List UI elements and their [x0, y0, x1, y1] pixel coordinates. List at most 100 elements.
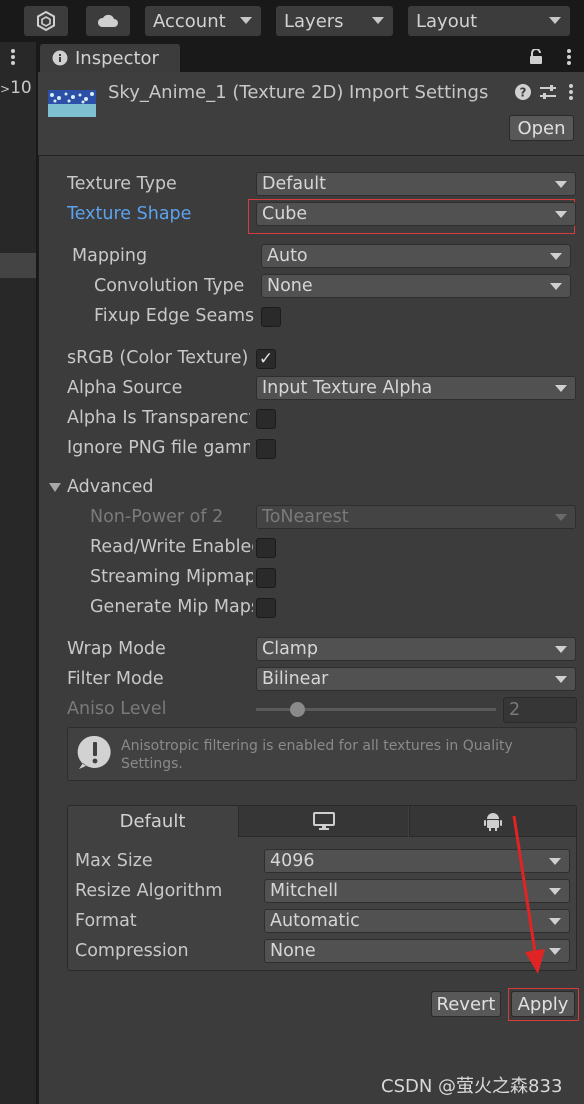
texture-thumbnail: [48, 90, 96, 117]
chevron-down-icon: [555, 676, 567, 683]
chevron-down-icon: [555, 211, 567, 218]
monitor-icon: [312, 812, 335, 830]
wrap-mode-value: Clamp: [262, 639, 318, 659]
checkmark-icon: ✓: [258, 349, 274, 369]
more-menu-icon[interactable]: [568, 84, 574, 100]
fixup-edge-seams-label: Fixup Edge Seams: [94, 306, 255, 326]
revert-label: Revert: [436, 993, 496, 1015]
non-power-of-2-dropdown: ToNearest: [256, 505, 576, 529]
top-toolbar: Account Layers Layout: [0, 0, 584, 42]
alpha-source-dropdown[interactable]: Input Texture Alpha: [256, 376, 576, 400]
revert-button[interactable]: Revert: [431, 991, 501, 1017]
preset-settings-icon[interactable]: [539, 84, 557, 100]
generate-mip-maps-label: Generate Mip Maps: [90, 597, 253, 617]
alpha-is-transparency-checkbox[interactable]: [256, 409, 276, 429]
asset-title: Sky_Anime_1 (Texture 2D) Import Settings: [108, 82, 489, 103]
more-menu-icon[interactable]: [566, 49, 572, 65]
advanced-foldout-label[interactable]: Advanced: [67, 477, 217, 497]
open-button-label: Open: [517, 117, 566, 139]
max-size-label: Max Size: [75, 851, 153, 871]
mapping-value: Auto: [267, 246, 308, 266]
tab-inspector[interactable]: Inspector: [40, 44, 180, 72]
resize-algorithm-label: Resize Algorithm: [75, 881, 223, 901]
layers-label: Layers: [284, 10, 344, 32]
warning-icon: [76, 734, 114, 772]
inspector-tab-label: Inspector: [75, 47, 159, 69]
alpha-source-label: Alpha Source: [67, 378, 183, 398]
wrap-mode-label: Wrap Mode: [67, 639, 166, 659]
alpha-source-value: Input Texture Alpha: [262, 378, 433, 398]
texture-shape-dropdown[interactable]: Cube: [256, 202, 576, 226]
convolution-type-dropdown[interactable]: None: [261, 274, 571, 298]
fixup-edge-seams-checkbox[interactable]: [261, 307, 281, 327]
cloud-icon: [97, 14, 118, 27]
chevron-down-icon: [555, 514, 567, 521]
foldout-expanded-icon[interactable]: [49, 483, 61, 492]
chevron-down-icon: [555, 181, 567, 188]
layout-dropdown[interactable]: Layout: [408, 6, 570, 36]
ignore-png-gamma-label: Ignore PNG file gamma: [67, 438, 250, 458]
lock-icon[interactable]: [529, 48, 543, 65]
default-tab-label: Default: [119, 811, 186, 832]
texture-type-dropdown[interactable]: Default: [256, 172, 576, 196]
tab-platform-standalone[interactable]: [238, 806, 408, 837]
texture-type-label: Texture Type: [67, 174, 177, 194]
layout-label: Layout: [416, 10, 478, 32]
apply-button[interactable]: Apply: [511, 991, 575, 1017]
aniso-level-value: 2: [509, 700, 521, 720]
filter-mode-value: Bilinear: [262, 669, 329, 689]
open-button[interactable]: Open: [509, 115, 574, 141]
alpha-is-transparency-label: Alpha Is Transparency: [67, 408, 250, 428]
chevron-down-icon: [550, 253, 562, 260]
layer-count: 10: [10, 78, 32, 98]
tab-platform-default[interactable]: Default: [68, 806, 237, 837]
unity-logo-icon: [37, 11, 55, 31]
texture-shape-label: Texture Shape: [67, 204, 192, 224]
format-label: Format: [75, 911, 137, 931]
cloud-button[interactable]: [86, 6, 130, 36]
convolution-type-label: Convolution Type: [94, 276, 245, 296]
resize-algorithm-value: Mitchell: [270, 881, 339, 901]
chevron-down-icon: [372, 17, 384, 24]
account-label: Account: [153, 10, 226, 32]
info-icon: [52, 50, 68, 66]
more-menu-icon[interactable]: [10, 49, 16, 65]
chevron-down-icon: [549, 17, 561, 24]
format-value: Automatic: [270, 911, 360, 931]
read-write-checkbox[interactable]: [256, 538, 276, 558]
chevron-down-icon: [555, 646, 567, 653]
texture-shape-value: Cube: [262, 204, 308, 224]
selected-row[interactable]: [0, 253, 36, 278]
layer-count-badge: >10: [0, 78, 32, 98]
srgb-label: sRGB (Color Texture): [67, 348, 249, 368]
srgb-checkbox[interactable]: ✓: [256, 349, 276, 369]
non-power-of-2-value: ToNearest: [262, 507, 349, 527]
filter-mode-dropdown[interactable]: Bilinear: [256, 667, 576, 691]
unity-logo-button[interactable]: [24, 6, 68, 36]
chevron-down-icon: [550, 283, 562, 290]
aniso-info-text: Anisotropic filtering is enabled for all…: [121, 738, 513, 772]
annotation-arrow-icon: [512, 815, 545, 974]
max-size-value: 4096: [270, 851, 315, 871]
chevron-down-icon: [555, 385, 567, 392]
mapping-dropdown[interactable]: Auto: [261, 244, 571, 268]
layers-dropdown[interactable]: Layers: [276, 6, 393, 36]
help-icon[interactable]: ?: [515, 84, 531, 100]
chevron-down-icon: [240, 17, 252, 24]
aniso-level-input: 2: [503, 697, 577, 723]
wrap-mode-dropdown[interactable]: Clamp: [256, 637, 576, 661]
hierarchy-panel-edge: [0, 42, 36, 1104]
mapping-label: Mapping: [72, 246, 148, 266]
apply-label: Apply: [517, 993, 569, 1015]
aniso-level-label: Aniso Level: [67, 699, 167, 719]
ignore-png-gamma-checkbox[interactable]: [256, 439, 276, 459]
generate-mip-maps-checkbox[interactable]: [256, 598, 276, 618]
streaming-mipmaps-checkbox[interactable]: [256, 568, 276, 588]
filter-mode-label: Filter Mode: [67, 669, 164, 689]
non-power-of-2-label: Non-Power of 2: [90, 507, 224, 527]
aniso-level-slider-thumb: [289, 702, 305, 717]
android-icon: [484, 813, 502, 831]
streaming-mipmaps-label: Streaming Mipmaps: [90, 567, 253, 587]
csdn-watermark: CSDN @萤火之森833: [381, 1076, 563, 1097]
account-dropdown[interactable]: Account: [145, 6, 261, 36]
